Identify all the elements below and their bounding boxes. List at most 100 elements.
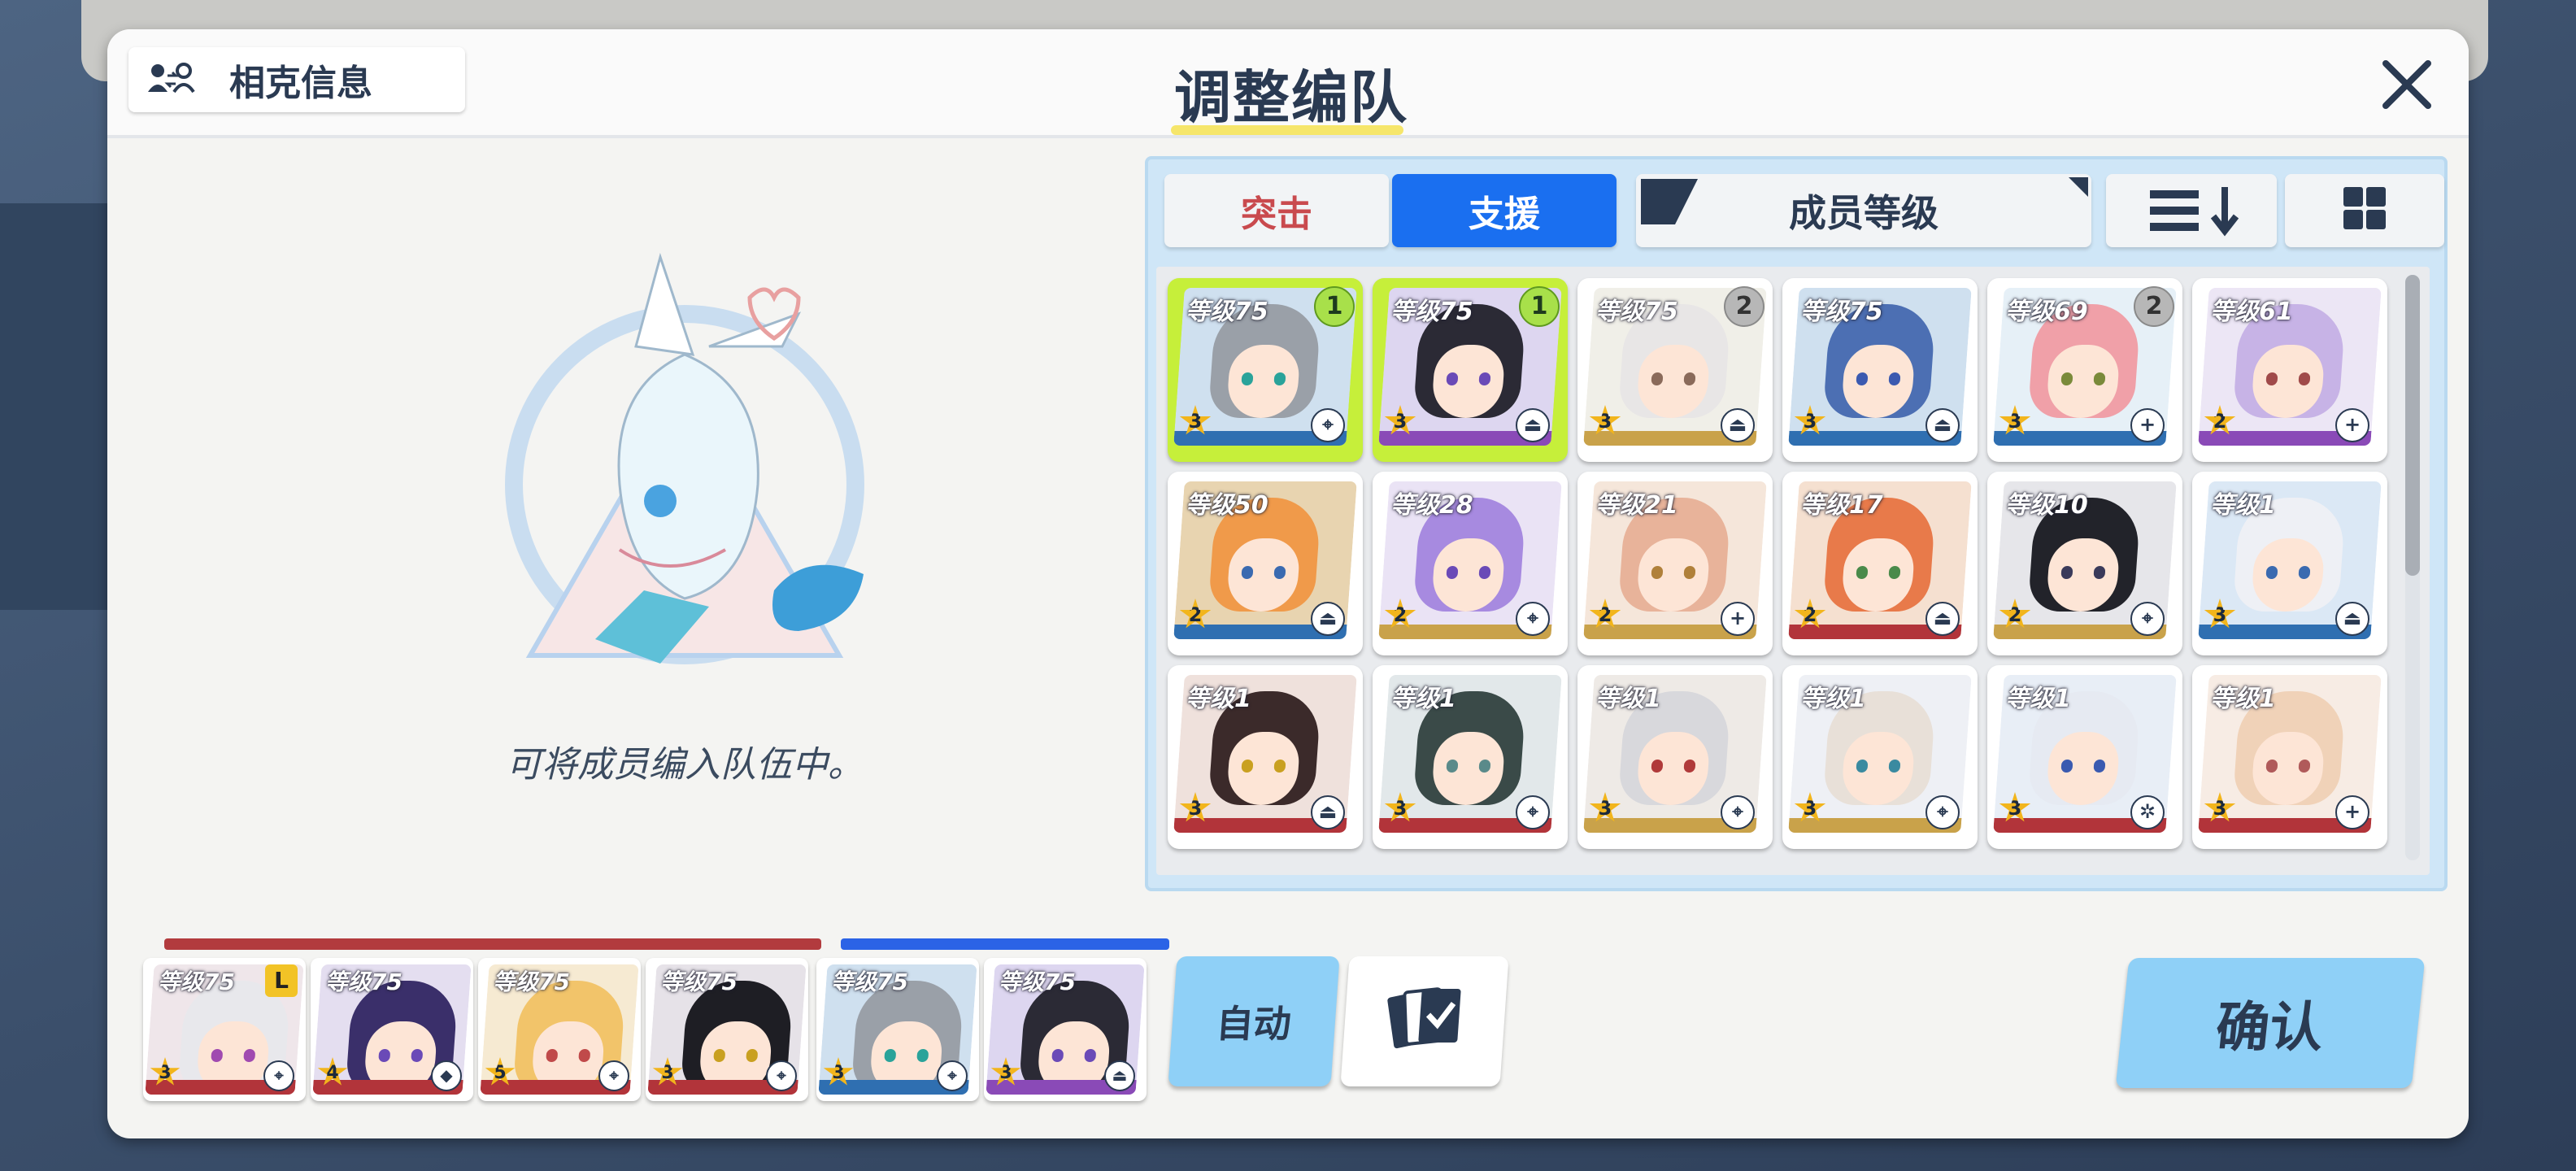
student-level: 等级69 — [2005, 298, 2088, 326]
formation-slot-badge: 1 — [1519, 286, 1560, 327]
formation-slot[interactable]: 等级75 3 ⏏ — [984, 958, 1147, 1101]
close-icon — [2382, 60, 2431, 109]
mascot-illustration — [416, 208, 953, 729]
student-level: 等级61 — [2210, 298, 2293, 326]
student-level: 等级1 — [1800, 685, 1866, 713]
roster-student-card[interactable]: 等级1 3 ⌖ — [1373, 665, 1568, 849]
student-level: 等级1 — [1186, 685, 1251, 713]
support-role-icon: ⏏ — [1925, 408, 1960, 442]
confirm-button[interactable]: 确认 — [2115, 958, 2426, 1088]
support-role-icon: ⏏ — [1516, 408, 1550, 442]
filter-icon — [1641, 179, 1698, 224]
roster-student-card[interactable]: 等级75 3 ⏏ 2 — [1577, 278, 1773, 462]
card-deck-check-icon — [1387, 987, 1461, 1049]
support-role-icon: ⏏ — [1925, 602, 1960, 636]
attack-role-icon: ⌖ — [1516, 795, 1550, 829]
heal-role-icon: + — [2335, 408, 2369, 442]
scrollbar-thumb[interactable] — [2405, 275, 2420, 576]
dimmed-background-panel — [0, 203, 107, 610]
student-level: 等级1 — [1595, 685, 1661, 713]
student-level: 等级75 — [1186, 298, 1268, 326]
attack-role-icon: ⌖ — [937, 1060, 968, 1091]
student-level: 等级75 — [831, 969, 908, 995]
attack-role-icon: ⌖ — [598, 1060, 629, 1091]
roster-student-card[interactable]: 等级75 3 ⏏ 1 — [1373, 278, 1568, 462]
counter-info-button[interactable]: 相克信息 — [128, 47, 465, 112]
roster-student-card[interactable]: 等级1 3 ⌖ — [1577, 665, 1773, 849]
close-button[interactable] — [2376, 54, 2438, 115]
roster-student-card[interactable]: 等级1 3 ⌖ — [1782, 665, 1978, 849]
tactic-role-icon: ✲ — [2130, 795, 2165, 829]
page-title: 调整编队 — [1174, 64, 1408, 131]
roster-panel: 突击 支援 成员等级 等级75 3 ⌖ 1 等级75 3 ⏏ 1 等级75 3 ⏏ 2 等级75 3 ⏏ 等级… — [1145, 156, 2448, 891]
student-level: 等级1 — [2210, 491, 2276, 520]
sort-order-button[interactable] — [2106, 174, 2277, 247]
student-level: 等级75 — [1390, 298, 1473, 326]
roster-student-card[interactable]: 等级10 2 ⌖ — [1987, 472, 2182, 655]
attack-role-icon: ⌖ — [1516, 602, 1550, 636]
formation-slot[interactable]: 等级75 3 ⌖ — [646, 958, 808, 1101]
student-level: 等级75 — [1800, 298, 1883, 326]
attack-role-icon: ⌖ — [1721, 795, 1755, 829]
attack-role-icon: ⌖ — [2130, 602, 2165, 636]
student-level: 等级10 — [2005, 491, 2088, 520]
dropdown-corner-icon — [2069, 177, 2088, 197]
support-role-icon: ⏏ — [1311, 602, 1345, 636]
leader-badge: L — [265, 964, 298, 997]
student-level: 等级50 — [1186, 491, 1268, 520]
roster-student-card[interactable]: 等级1 3 ⏏ — [2192, 472, 2387, 655]
student-level: 等级21 — [1595, 491, 1678, 520]
filter-dropdown[interactable]: 成员等级 — [1636, 174, 2091, 247]
heal-role-icon: + — [2130, 408, 2165, 442]
formation-slot-badge: 2 — [1724, 286, 1764, 327]
tank-role-icon: ◆ — [431, 1060, 462, 1091]
student-level: 等级1 — [2005, 685, 2071, 713]
attack-role-icon: ⌖ — [1925, 795, 1960, 829]
roster-student-card[interactable]: 等级21 2 + — [1577, 472, 1773, 655]
tab-special[interactable]: 支援 — [1392, 174, 1617, 247]
heal-role-icon: + — [2335, 795, 2369, 829]
student-level: 等级28 — [1390, 491, 1473, 520]
student-level: 等级75 — [158, 969, 235, 995]
roster-student-card[interactable]: 等级75 3 ⏏ — [1782, 278, 1978, 462]
formation-slot[interactable]: 等级75 3 ⌖ — [816, 958, 979, 1101]
roster-student-card[interactable]: 等级1 3 ✲ — [1987, 665, 2182, 849]
support-role-icon: ⏏ — [1721, 408, 1755, 442]
grid-view-button[interactable] — [2285, 174, 2444, 247]
tab-striker[interactable]: 突击 — [1164, 174, 1389, 247]
roster-student-card[interactable]: 等级1 3 + — [2192, 665, 2387, 849]
student-level: 等级75 — [1595, 298, 1678, 326]
roster-scrollbar[interactable] — [2405, 275, 2420, 860]
support-role-icon: ⏏ — [1311, 795, 1345, 829]
roster-student-card[interactable]: 等级75 3 ⌖ 1 — [1168, 278, 1363, 462]
modal-header: 相克信息 调整编队 — [107, 29, 2469, 138]
student-level: 等级1 — [1390, 685, 1456, 713]
formation-slot[interactable]: 等级75 4 ◆ — [311, 958, 473, 1101]
roster-student-card[interactable]: 等级50 2 ⏏ — [1168, 472, 1363, 655]
striker-slot-bar — [164, 938, 821, 950]
grid-view-icon — [2343, 187, 2386, 229]
support-role-icon: ⏏ — [1104, 1060, 1135, 1091]
roster-student-card[interactable]: 等级69 3 +2 — [1987, 278, 2182, 462]
roster-student-card[interactable]: 等级1 3 ⏏ — [1168, 665, 1363, 849]
attack-role-icon: ⌖ — [1311, 408, 1345, 442]
formation-slot[interactable]: 等级75 3 ⌖ L — [143, 958, 306, 1101]
sort-descending-icon — [2150, 187, 2239, 237]
roster-student-card[interactable]: 等级61 2 + — [2192, 278, 2387, 462]
attack-role-icon: ⌖ — [263, 1060, 294, 1091]
swap-people-icon — [146, 59, 197, 100]
title-underline — [1171, 125, 1403, 135]
attack-role-icon: ⌖ — [766, 1060, 797, 1091]
student-level: 等级75 — [325, 969, 402, 995]
special-slot-bar — [841, 938, 1169, 950]
formation-slot-badge: 1 — [1314, 286, 1355, 327]
formation-slot[interactable]: 等级75 5 ⌖ — [478, 958, 641, 1101]
auto-formation-button[interactable]: 自动 — [1168, 956, 1340, 1086]
formation-slot-badge: 2 — [2134, 286, 2174, 327]
roster-student-card[interactable]: 等级28 2 ⌖ — [1373, 472, 1568, 655]
preset-deck-button[interactable] — [1340, 956, 1509, 1086]
heal-role-icon: + — [1721, 602, 1755, 636]
filter-label: 成员等级 — [1789, 191, 1939, 235]
roster-student-card[interactable]: 等级17 2 ⏏ — [1782, 472, 1978, 655]
support-role-icon: ⏏ — [2335, 602, 2369, 636]
